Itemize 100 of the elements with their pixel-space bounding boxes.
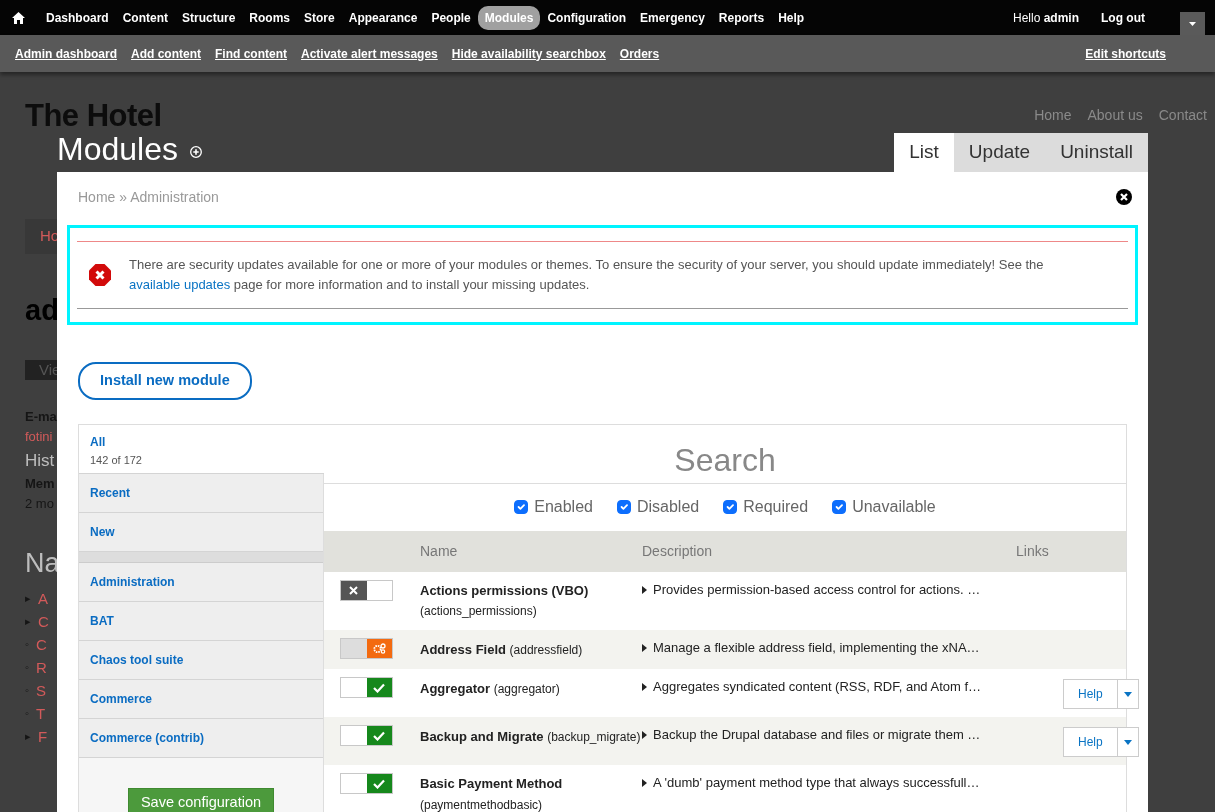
nav-link[interactable]: Home xyxy=(1034,105,1072,126)
toolbar-link[interactable]: Configuration xyxy=(540,5,634,30)
machine-name: (actions_permissions) xyxy=(420,603,537,621)
list-marker: ◦ xyxy=(25,682,29,698)
x-icon xyxy=(349,585,359,595)
nav-link[interactable]: R xyxy=(35,655,47,679)
search-heading: Search xyxy=(324,424,1126,484)
module-toggle[interactable] xyxy=(340,725,393,747)
filter-checkbox[interactable] xyxy=(832,500,847,515)
filter-label: Unavailable xyxy=(852,497,936,518)
toolbar-link[interactable]: Content xyxy=(115,5,175,30)
module-name: Actions permissions (VBO) xyxy=(420,582,589,598)
caret-icon xyxy=(1123,691,1132,697)
toolbar-link[interactable]: Dashboard xyxy=(39,5,116,30)
toolbar-link[interactable]: Rooms xyxy=(242,5,298,30)
expand-icon xyxy=(642,731,647,740)
nav-link[interactable]: Contact xyxy=(1158,105,1207,126)
expand-icon xyxy=(642,779,647,788)
module-toggle[interactable] xyxy=(340,638,393,660)
shortcut-link[interactable]: Find content xyxy=(208,44,294,63)
logout-link[interactable]: Log out xyxy=(1094,5,1152,30)
page-heading: ad xyxy=(25,292,59,328)
toolbar-link[interactable]: Appearance xyxy=(341,5,425,30)
category-tab[interactable]: Chaos tool suite xyxy=(79,640,323,680)
category-tab[interactable]: Administration xyxy=(79,562,323,602)
list-marker: ◦ xyxy=(25,705,29,721)
page-tab[interactable]: Update xyxy=(953,133,1046,172)
home-icon xyxy=(12,11,25,24)
page-tab[interactable]: List xyxy=(894,133,954,172)
close-icon xyxy=(1116,189,1132,205)
nav-link[interactable]: C xyxy=(35,632,47,656)
module-description: A 'dumb' payment method type that always successfull… xyxy=(653,774,980,793)
shortcut-link[interactable]: Activate alert messages xyxy=(294,44,445,63)
list-marker: ◦ xyxy=(25,659,29,675)
module-name: Basic Payment Method xyxy=(420,776,563,792)
shortcut-link[interactable]: Add content xyxy=(124,44,208,63)
nav-link[interactable]: S xyxy=(35,678,46,702)
module-description: Manage a flexible address field, implementing the xNA… xyxy=(653,639,980,658)
list-marker: ◦ xyxy=(25,636,29,652)
nav-link[interactable]: F xyxy=(38,724,48,748)
filter-checkbox[interactable] xyxy=(514,500,529,515)
toolbar-link[interactable]: Reports xyxy=(711,5,772,30)
save-button[interactable]: Save configuration xyxy=(127,787,275,812)
overlay-title: Modules xyxy=(57,131,178,167)
install-module-button[interactable]: Install new module xyxy=(78,362,252,400)
edit-shortcuts-link[interactable]: Edit shortcuts xyxy=(1078,44,1173,63)
section-heading: Hist xyxy=(25,449,55,472)
filter-label: Enabled xyxy=(534,497,593,518)
nav-link[interactable]: T xyxy=(35,701,46,725)
filter-checkbox[interactable] xyxy=(723,500,738,515)
filter-checkbox[interactable] xyxy=(616,500,631,515)
nav-link[interactable]: A xyxy=(38,586,48,610)
shortcut-link[interactable]: Orders xyxy=(612,44,667,63)
expand-icon xyxy=(642,644,647,653)
shortcut-link[interactable]: Hide availability searchbox xyxy=(444,44,613,63)
machine-name: (addressfield) xyxy=(509,642,583,660)
category-tab[interactable]: BAT xyxy=(79,601,323,641)
list-marker: ▸ xyxy=(25,613,31,629)
module-description: Backup the Drupal database and files or migrate them … xyxy=(653,726,981,745)
module-toggle[interactable] xyxy=(340,579,393,601)
module-name: Backup and Migrate xyxy=(420,729,544,745)
list-marker: ▸ xyxy=(25,728,31,744)
email-link[interactable]: fotini xyxy=(25,425,53,447)
machine-name: (paymentmethodbasic) xyxy=(420,796,543,812)
category-tab[interactable]: New xyxy=(79,512,323,552)
category-tab[interactable]: All 142 of 172 xyxy=(79,424,324,474)
toolbar-link[interactable]: Store xyxy=(297,5,342,30)
category-tab[interactable]: Commerce xyxy=(79,679,323,719)
page-tab[interactable]: Uninstall xyxy=(1045,133,1148,172)
check-icon xyxy=(373,778,386,789)
column-header: Name xyxy=(420,541,459,561)
gears-icon xyxy=(372,643,386,655)
expand-icon xyxy=(642,585,647,594)
module-count: 142 of 172 xyxy=(90,452,143,468)
filter-label: Required xyxy=(743,497,809,518)
error-icon xyxy=(89,264,111,286)
module-description: Provides permission-based access control for actions. … xyxy=(653,580,981,599)
toolbar-link[interactable]: Help xyxy=(771,5,812,30)
module-name: Aggregator xyxy=(420,681,491,697)
toolbar-link[interactable]: People xyxy=(424,5,478,30)
category-tab[interactable]: Recent xyxy=(79,473,323,513)
help-button[interactable]: Help xyxy=(1064,728,1117,757)
machine-name: (backup_migrate) xyxy=(547,729,641,747)
toolbar-toggle[interactable] xyxy=(1180,12,1205,35)
shortcut-link[interactable]: Admin dashboard xyxy=(8,44,124,63)
machine-name: (aggregator) xyxy=(493,681,560,699)
nav-link[interactable]: C xyxy=(38,609,49,633)
module-description: Aggregates syndicated content (RSS, RDF, and Atom f… xyxy=(653,678,982,697)
module-toggle[interactable] xyxy=(340,677,393,699)
updates-link[interactable]: available updates xyxy=(129,277,231,292)
nav-link[interactable]: About us xyxy=(1087,105,1143,126)
breadcrumb-text: Home » Administration xyxy=(78,188,219,207)
toolbar-link[interactable]: Structure xyxy=(175,5,243,30)
caret-icon xyxy=(1123,739,1132,745)
module-toggle[interactable] xyxy=(340,773,393,795)
section-heading: Na xyxy=(25,546,60,579)
column-header: Links xyxy=(1016,541,1050,561)
check-icon xyxy=(373,682,386,693)
category-tab[interactable]: Commerce (contrib) xyxy=(79,718,323,758)
toolbar-link[interactable]: Emergency xyxy=(633,5,712,30)
